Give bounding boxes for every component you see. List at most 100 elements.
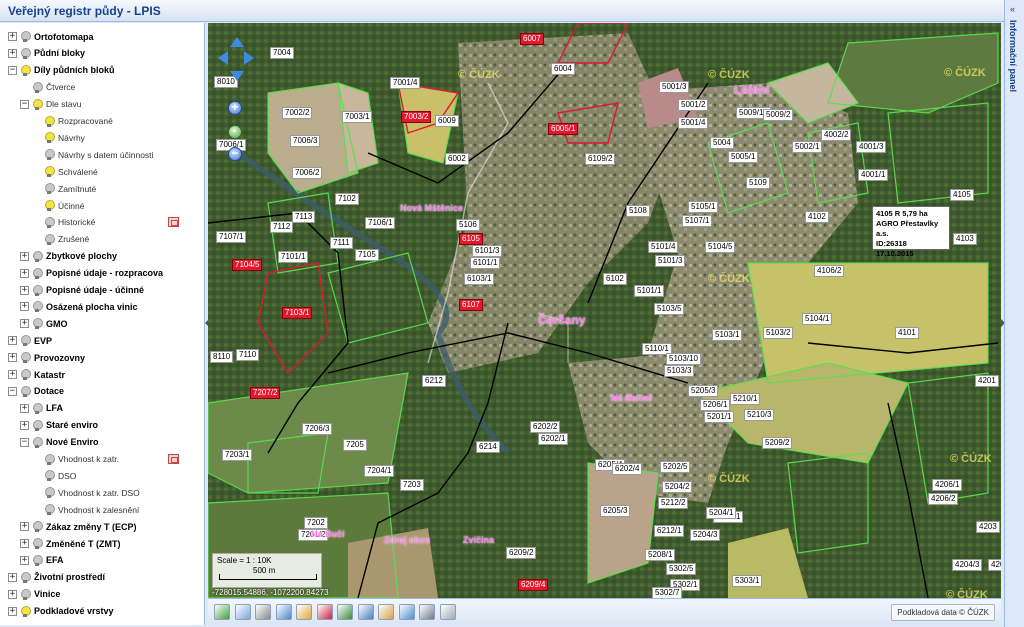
zoom-world-icon[interactable]: · <box>228 125 242 139</box>
parcel-label[interactable]: 5206/1 <box>700 399 731 411</box>
parcel-label[interactable]: 5103/10 <box>666 353 701 365</box>
expand-toggle-icon[interactable]: + <box>8 353 17 363</box>
parcel-label[interactable]: 4103 <box>953 233 977 245</box>
layer-visibility-bulb-icon[interactable] <box>21 31 31 42</box>
layer-tree-item[interactable]: + LFA <box>20 400 63 417</box>
layer-visibility-bulb-icon[interactable] <box>45 487 55 499</box>
clear-icon[interactable] <box>378 604 394 620</box>
parcel-label[interactable]: 6002 <box>445 153 469 165</box>
parcel-label[interactable]: 4201 <box>975 375 999 387</box>
parcel-label[interactable]: 5108 <box>626 205 650 217</box>
parcel-label[interactable]: 7111 <box>330 237 353 249</box>
parcel-label[interactable]: 7001/4 <box>390 77 421 89</box>
layer-visibility-bulb-icon[interactable] <box>33 419 43 431</box>
parcel-label[interactable]: 6101/3 <box>472 245 503 257</box>
layer-visibility-bulb-icon[interactable] <box>45 149 55 161</box>
layer-tree-item[interactable]: + EFA <box>20 552 64 569</box>
layer-visibility-bulb-icon[interactable] <box>33 284 43 296</box>
parcel-label[interactable]: 7104/5 <box>232 259 263 271</box>
parcel-label[interactable]: 5106 <box>456 219 480 231</box>
parcel-label[interactable]: 8110 <box>210 351 234 363</box>
expand-toggle-icon[interactable]: + <box>8 572 17 582</box>
layer-visibility-bulb-icon[interactable] <box>45 183 55 195</box>
layer-visibility-bulb-icon[interactable] <box>21 588 31 600</box>
layer-visibility-bulb-icon[interactable] <box>45 132 55 144</box>
parcel-label[interactable]: 5302/5 <box>666 563 697 575</box>
parcel-label[interactable]: 5104/1 <box>802 313 833 325</box>
parcel-label[interactable]: 6214 <box>476 441 500 453</box>
collapse-toggle-icon[interactable]: − <box>20 437 29 447</box>
expand-toggle-icon[interactable]: + <box>20 268 29 278</box>
identify-icon[interactable] <box>296 604 312 620</box>
layer-visibility-bulb-icon[interactable] <box>21 335 31 347</box>
layer-legend-icon[interactable] <box>168 216 179 227</box>
layers-icon[interactable] <box>357 604 374 620</box>
parcel-label[interactable]: 5001/4 <box>678 117 709 129</box>
parcel-label[interactable]: 7106/1 <box>365 217 396 229</box>
layer-tree-item[interactable]: Historické <box>45 214 95 231</box>
parcel-label[interactable]: 7107/1 <box>216 231 247 243</box>
layer-visibility-bulb-icon[interactable] <box>33 436 43 448</box>
layer-tree-item[interactable]: Rozpracované <box>45 113 113 130</box>
layer-tree-item[interactable]: − Nové Enviro <box>20 434 99 451</box>
expand-toggle-icon[interactable]: + <box>20 522 29 532</box>
parcel-label[interactable]: 5109 <box>746 177 770 189</box>
parcel-label[interactable]: 5101/4 <box>648 241 679 253</box>
parcel-label[interactable]: 5005/1 <box>728 151 759 163</box>
parcel-label[interactable]: 6103/1 <box>464 273 495 285</box>
expand-toggle-icon[interactable]: + <box>20 285 29 295</box>
parcel-label[interactable]: 4105 <box>950 189 974 201</box>
layer-visibility-bulb-icon[interactable] <box>21 385 31 397</box>
layer-tree-item[interactable]: − Dotace <box>8 383 64 400</box>
layer-tree-item[interactable]: + Půdní bloky <box>8 45 85 62</box>
collapse-toggle-icon[interactable]: − <box>8 386 17 396</box>
layer-visibility-bulb-icon[interactable] <box>45 453 55 465</box>
parcel-label[interactable]: 5103/1 <box>712 329 743 341</box>
layer-tree-item[interactable]: + Zákaz změny T (ECP) <box>20 518 137 535</box>
parcel-label[interactable]: 5101/1 <box>634 285 665 297</box>
parcel-label[interactable]: 7203/1 <box>222 449 253 461</box>
layer-tree-item[interactable]: + Osázená plocha vinic <box>20 298 138 315</box>
parcel-label[interactable]: 7103/1 <box>282 307 313 319</box>
layer-tree-item[interactable]: + Provozovny <box>8 349 85 366</box>
parcel-label[interactable]: 5210/1 <box>730 393 761 405</box>
layer-visibility-bulb-icon[interactable] <box>21 605 31 617</box>
parcel-label[interactable]: 4204/3 <box>952 559 983 571</box>
parcel-label[interactable]: 6005/1 <box>548 123 579 135</box>
parcel-label[interactable]: 7003/2 <box>401 111 432 123</box>
layer-visibility-bulb-icon[interactable] <box>33 98 43 110</box>
layer-tree-item[interactable]: + Popisné údaje - rozpracova <box>20 265 163 282</box>
pan-icon[interactable] <box>275 604 292 620</box>
parcel-label[interactable]: 6205/3 <box>600 505 631 517</box>
parcel-label[interactable]: 5001/3 <box>659 81 690 93</box>
parcel-label[interactable]: 4206/1 <box>932 479 963 491</box>
collapse-toggle-icon[interactable]: − <box>8 65 17 75</box>
refresh-icon[interactable] <box>214 604 230 620</box>
layer-tree-item[interactable]: Čtverce <box>33 79 75 96</box>
layer-tree-item[interactable]: + Popisné údaje - účinné <box>20 282 144 299</box>
parcel-label[interactable]: 5107/1 <box>682 215 713 227</box>
layer-visibility-bulb-icon[interactable] <box>33 250 43 262</box>
parcel-label[interactable]: 6004 <box>551 63 575 75</box>
parcel-label[interactable]: 7112 <box>270 221 294 233</box>
layer-visibility-bulb-icon[interactable] <box>21 352 31 364</box>
parcel-label[interactable]: 5103/3 <box>664 365 695 377</box>
layer-tree-item[interactable]: + Vinice <box>8 586 60 603</box>
map-view[interactable]: 7004 6007 6004 8010 7001/4 5001/3 5001/2 7002/2… <box>208 23 1001 598</box>
parcel-label[interactable]: 6212/1 <box>654 525 685 537</box>
expand-toggle-icon[interactable]: + <box>20 251 29 261</box>
parcel-label[interactable]: 5204/3 <box>690 529 721 541</box>
layer-tree-item[interactable]: + Katastr <box>8 366 65 383</box>
parcel-label[interactable]: 4204/1 <box>988 559 1001 571</box>
layer-visibility-bulb-icon[interactable] <box>33 318 43 330</box>
parcel-label[interactable]: 7101/1 <box>278 251 309 263</box>
pan-down-arrow-icon[interactable] <box>230 71 244 81</box>
layer-visibility-bulb-icon[interactable] <box>45 470 55 482</box>
layer-tree-item[interactable]: Zamítnuté <box>45 180 96 197</box>
collapse-toggle-icon[interactable]: − <box>20 99 29 109</box>
layer-legend-icon[interactable] <box>168 453 179 464</box>
parcel-label[interactable]: 7203 <box>400 479 424 491</box>
layer-visibility-bulb-icon[interactable] <box>21 47 31 59</box>
parcel-label[interactable]: 5004 <box>710 137 734 149</box>
zoom-out-icon[interactable]: − <box>228 147 242 161</box>
